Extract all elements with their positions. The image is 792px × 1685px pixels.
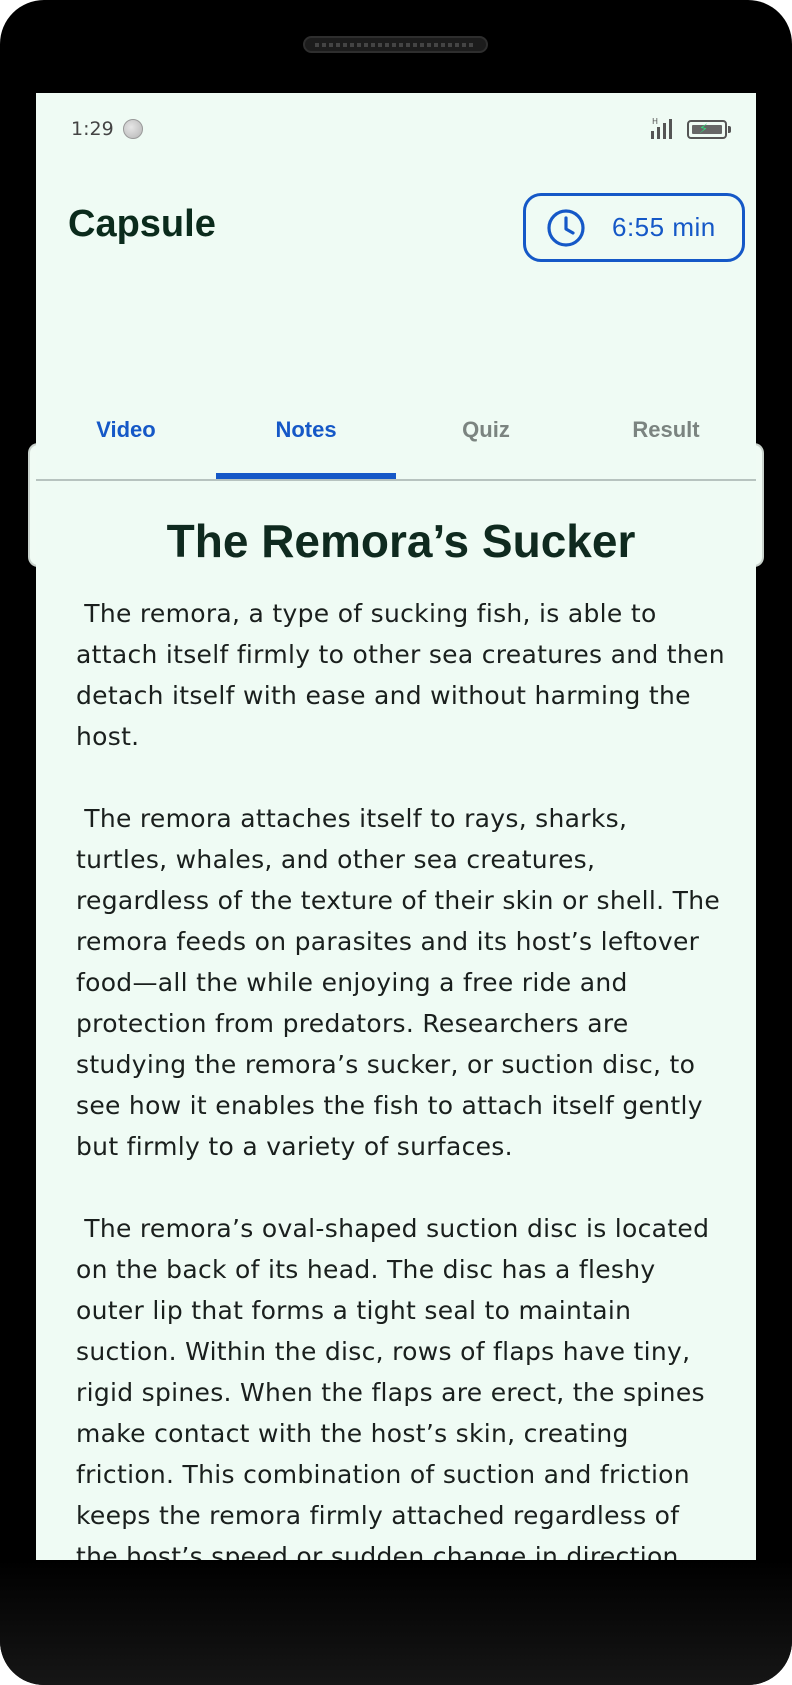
note-body: The remora, a type of sucking fish, is a… — [76, 593, 726, 1577]
battery-charging-icon: ⚡ — [687, 120, 731, 139]
tab-quiz[interactable]: Quiz — [396, 417, 576, 443]
earpiece-speaker — [303, 36, 488, 53]
status-bar: 1:29 H ⚡ — [36, 93, 756, 165]
signal-icon: H — [651, 117, 672, 139]
tab-notes[interactable]: Notes — [216, 417, 396, 443]
note-paragraph: The remora’s oval-shaped suction disc is… — [76, 1214, 718, 1571]
clock-icon — [547, 208, 585, 247]
svg-text:H: H — [652, 117, 658, 126]
note-title: The Remora’s Sucker — [166, 515, 636, 567]
tab-bar: Video Notes Quiz Result — [36, 383, 756, 481]
notification-dot-icon — [123, 119, 143, 139]
status-time: 1:29 — [71, 118, 114, 140]
app-screen: 1:29 H ⚡ Capsule 6:55 min Video Notes Qu… — [36, 93, 756, 1592]
note-paragraph: The remora attaches itself to rays, shar… — [76, 804, 729, 1161]
notes-content: The Remora’s Sucker The remora, a type o… — [76, 491, 726, 1577]
app-title: Capsule — [68, 203, 216, 245]
note-paragraph: The remora, a type of sucking fish, is a… — [76, 599, 734, 751]
tab-video[interactable]: Video — [36, 417, 216, 443]
tab-result[interactable]: Result — [576, 417, 756, 443]
device-frame: 1:29 H ⚡ Capsule 6:55 min Video Notes Qu… — [0, 0, 792, 1685]
device-bottom-bezel — [0, 1560, 792, 1685]
timer-button[interactable]: 6:55 min — [523, 193, 745, 262]
timer-label: 6:55 min — [612, 212, 716, 242]
active-tab-indicator — [216, 473, 396, 479]
